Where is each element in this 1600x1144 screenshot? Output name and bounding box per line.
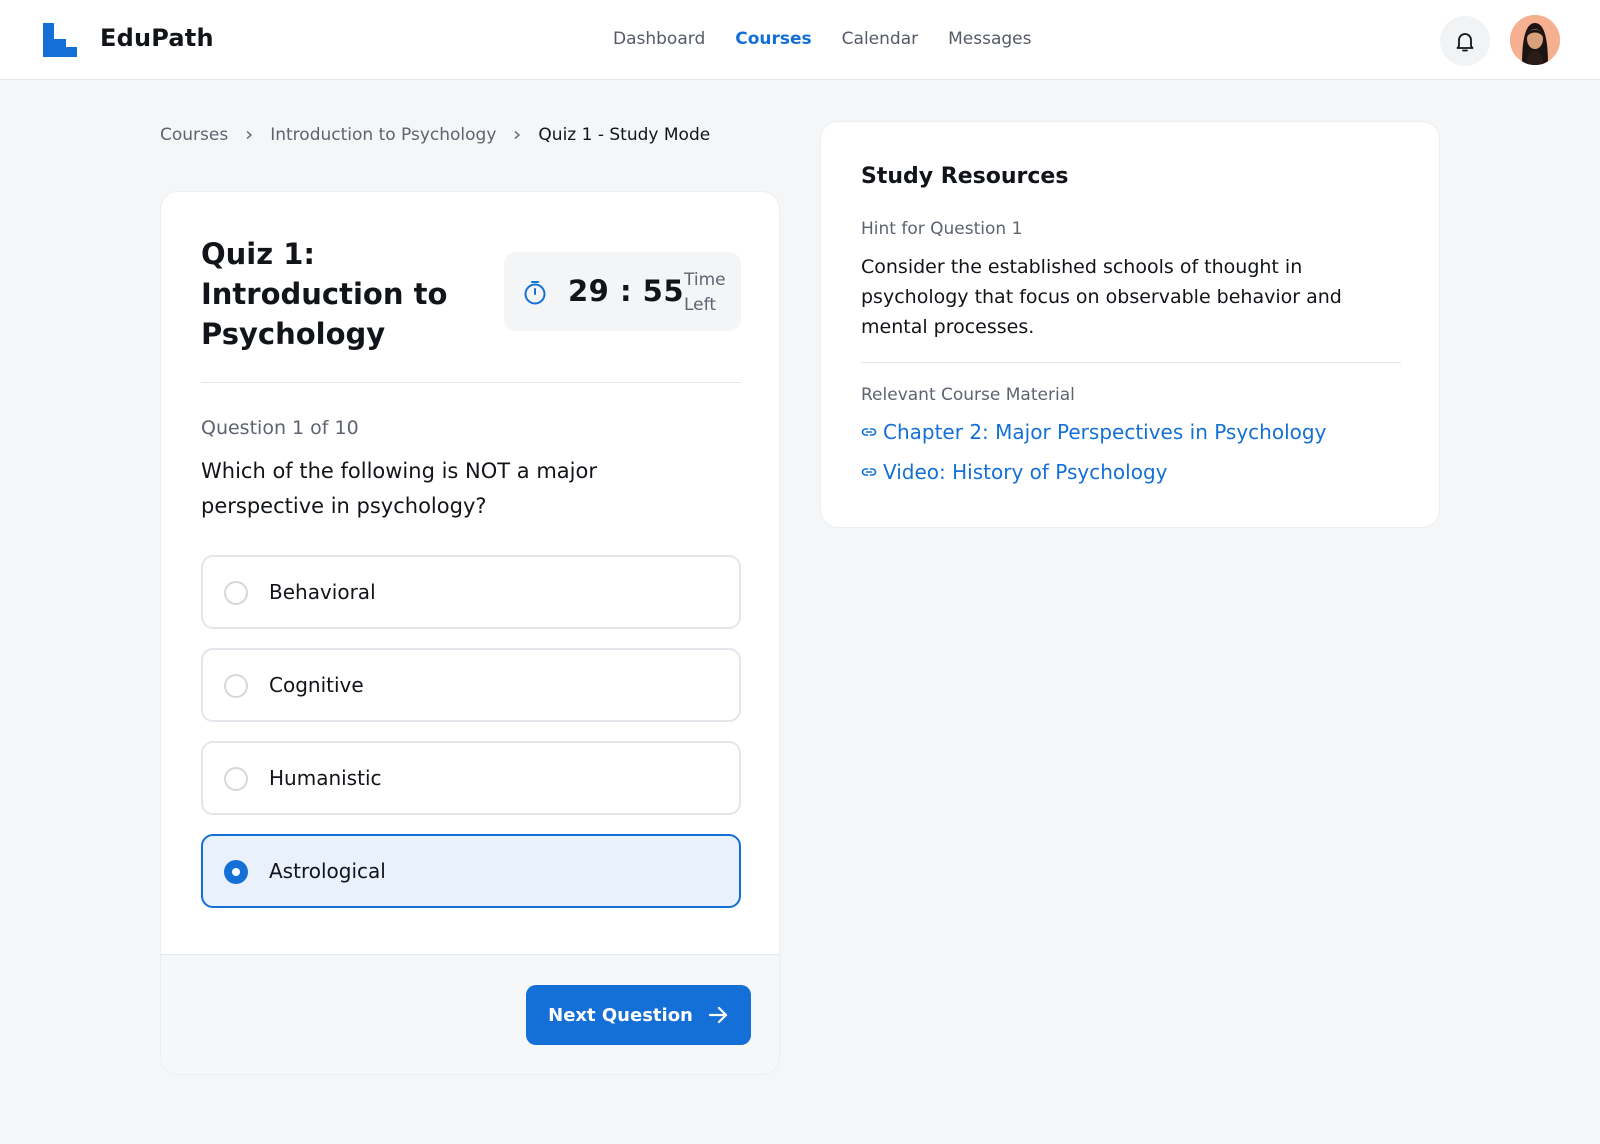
answer-option-humanistic[interactable]: Humanistic [201, 741, 741, 815]
quiz-title: Quiz 1: Introduction to Psychology [201, 237, 448, 351]
timer-label: Time Left [684, 270, 726, 315]
link-icon [861, 428, 877, 436]
link-video-history[interactable]: Video: History of Psychology [861, 460, 1167, 484]
chevron-right-icon [512, 130, 522, 140]
question-count: Question 1 of 10 [201, 417, 359, 439]
hint-text: Consider the established schools of thou… [861, 256, 1342, 338]
study-resources-card: Study Resources Hint for Question 1 Cons… [820, 121, 1440, 528]
edupath-logo-icon[interactable] [43, 23, 77, 57]
radio-button[interactable] [224, 581, 248, 605]
hint-label: Hint for Question 1 [861, 219, 1023, 239]
brand-name: EduPath [100, 24, 214, 52]
breadcrumb: Courses Introduction to Psychology Quiz … [160, 125, 710, 145]
main-nav: Dashboard Courses Calendar Messages [613, 29, 1031, 49]
option-label: Cognitive [269, 673, 364, 697]
answer-option-cognitive[interactable]: Cognitive [201, 648, 741, 722]
radio-button-selected[interactable] [224, 860, 248, 884]
answer-option-behavioral[interactable]: Behavioral [201, 555, 741, 629]
nav-item-courses[interactable]: Courses [735, 29, 811, 49]
timer-value: 29 : 55 [568, 274, 685, 308]
chevron-right-icon [244, 130, 254, 140]
radio-button[interactable] [224, 767, 248, 791]
breadcrumb-course[interactable]: Introduction to Psychology [270, 125, 496, 145]
top-navigation-bar: EduPath Dashboard Courses Calendar Messa… [0, 0, 1600, 80]
link-icon [861, 468, 877, 476]
breadcrumb-current: Quiz 1 - Study Mode [538, 125, 711, 145]
next-question-label: Next Question [548, 1004, 693, 1026]
user-avatar[interactable] [1510, 15, 1560, 65]
stopwatch-icon [524, 281, 546, 305]
question-text: Which of the following is NOT a major pe… [201, 459, 597, 518]
divider [861, 362, 1401, 363]
next-question-button[interactable]: Next Question [526, 985, 751, 1045]
notifications-button[interactable] [1440, 16, 1490, 66]
course-material-label: Relevant Course Material [861, 385, 1075, 405]
resources-title: Study Resources [861, 164, 1069, 189]
option-label: Behavioral [269, 580, 376, 604]
timer: 29 : 55 Time Left [504, 252, 741, 331]
radio-button[interactable] [224, 674, 248, 698]
nav-item-messages[interactable]: Messages [948, 29, 1031, 49]
bell-icon [1456, 33, 1474, 52]
quiz-footer: Next Question [161, 954, 779, 1074]
option-label: Astrological [269, 859, 386, 883]
arrow-right-icon [708, 1006, 727, 1024]
link-label[interactable]: Video: History of Psychology [883, 460, 1167, 484]
avatar-portrait-icon [1510, 15, 1560, 65]
option-label: Humanistic [269, 766, 382, 790]
nav-item-dashboard[interactable]: Dashboard [613, 29, 705, 49]
divider [201, 382, 741, 383]
breadcrumb-courses[interactable]: Courses [160, 125, 228, 145]
link-chapter-2[interactable]: Chapter 2: Major Perspectives in Psychol… [861, 420, 1326, 444]
nav-item-calendar[interactable]: Calendar [842, 29, 918, 49]
link-label[interactable]: Chapter 2: Major Perspectives in Psychol… [883, 420, 1326, 444]
quiz-card: Quiz 1: Introduction to Psychology 29 : … [160, 191, 780, 1075]
answer-option-astrological[interactable]: Astrological [201, 834, 741, 908]
